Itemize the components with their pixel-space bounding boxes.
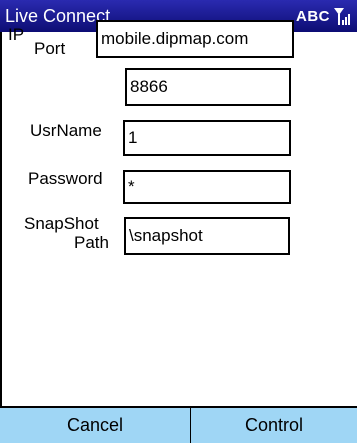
snapshot-path-input[interactable] xyxy=(124,217,290,255)
status-area: ABC xyxy=(296,5,353,27)
softkey-bar: Cancel Control xyxy=(0,406,357,443)
username-label: UsrName xyxy=(30,121,102,140)
snapshot-path-label-line1: SnapShot xyxy=(24,214,99,233)
cancel-softkey[interactable]: Cancel xyxy=(0,408,190,443)
username-input[interactable] xyxy=(123,120,291,156)
ip-label: IP xyxy=(8,25,25,44)
control-softkey[interactable]: Control xyxy=(191,408,357,443)
ip-input[interactable] xyxy=(96,20,294,58)
signal-strength-icon[interactable] xyxy=(333,6,353,26)
port-input[interactable] xyxy=(125,68,291,106)
connection-form: IP Port UsrName Password SnapShot Path xyxy=(0,20,357,406)
password-label: Password xyxy=(28,169,103,188)
snapshot-path-label-line2: Path xyxy=(74,233,109,252)
input-mode-indicator[interactable]: ABC xyxy=(296,8,330,25)
port-label: Port xyxy=(34,39,66,58)
password-input[interactable] xyxy=(123,170,291,204)
